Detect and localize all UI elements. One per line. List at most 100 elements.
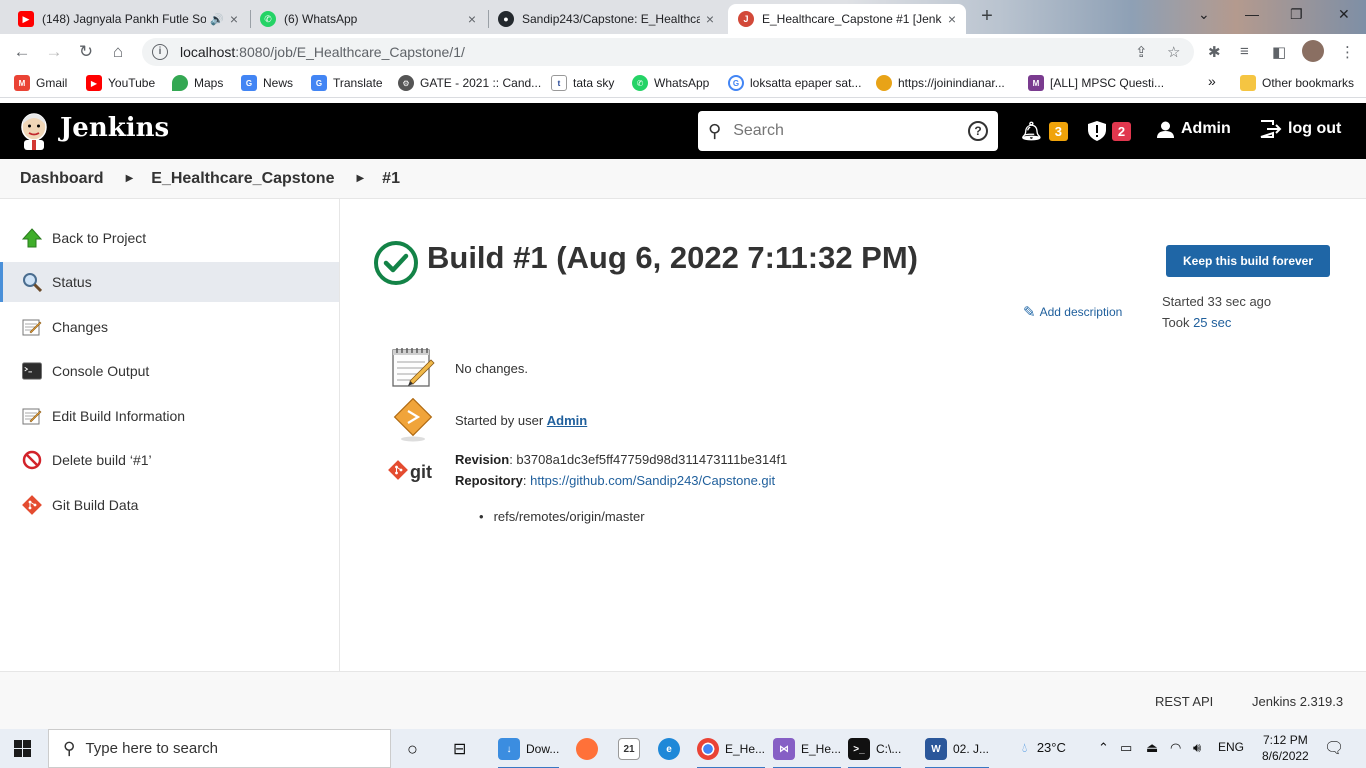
sidebar-item-back-to-project[interactable]: Back to Project: [0, 218, 339, 258]
sidebar-item-changes[interactable]: Changes: [0, 307, 339, 347]
wifi-icon[interactable]: ◠: [1170, 740, 1181, 756]
add-description-link[interactable]: ✎ Add description: [1023, 303, 1122, 321]
tab-github[interactable]: ● Sandip243/Capstone: E_Healthcare ×: [488, 4, 724, 34]
chevron-up-icon[interactable]: ⌃: [1098, 740, 1109, 756]
media-icon[interactable]: ≡: [1240, 43, 1249, 60]
profile-avatar[interactable]: [1302, 40, 1324, 62]
site-info-icon[interactable]: i: [152, 44, 168, 60]
sidebar-item-edit-build-information[interactable]: Edit Build Information: [0, 396, 339, 436]
speaker-icon[interactable]: 🔊: [210, 13, 224, 26]
taskbar-app-visual-studio[interactable]: ⋈ E_He...: [773, 737, 842, 768]
close-tab-icon[interactable]: ×: [706, 11, 714, 27]
more-bookmarks-button[interactable]: »: [1208, 73, 1216, 89]
browser-tabstrip: ▶ (148) Jagnyala Pankh Futle Song 🔊 × ✆ …: [0, 0, 1366, 34]
bookmark-whatsapp[interactable]: ✆ WhatsApp: [632, 75, 709, 91]
other-bookmarks[interactable]: Other bookmarks: [1240, 75, 1354, 91]
taskbar-app-edge[interactable]: e: [658, 737, 686, 761]
git-icon: [22, 495, 42, 515]
breadcrumb-project[interactable]: E_Healthcare_Capstone: [151, 170, 334, 188]
taskbar-app-chrome[interactable]: E_He...: [697, 737, 766, 768]
taskbar-app-word[interactable]: W 02. J...: [925, 737, 990, 768]
rest-api-link[interactable]: REST API: [1155, 694, 1213, 709]
bookmark-joinindianarmy[interactable]: https://joinindianar...: [876, 75, 1005, 91]
language-indicator[interactable]: ENG: [1218, 740, 1244, 754]
help-icon[interactable]: ?: [968, 121, 988, 141]
bookmark-translate[interactable]: G Translate: [311, 75, 383, 91]
search-input[interactable]: [733, 122, 968, 140]
notification-center-icon[interactable]: 🗨︎: [1324, 738, 1344, 758]
taskbar-clock[interactable]: 7:12 PM 8/6/2022: [1262, 732, 1309, 764]
windows-start-icon[interactable]: [14, 740, 31, 757]
usb-icon[interactable]: ⏏: [1146, 740, 1158, 756]
back-icon[interactable]: ←: [11, 41, 33, 63]
taskbar-app-cmd[interactable]: >_ C:\...: [848, 737, 902, 768]
shield-icon: [1088, 121, 1106, 141]
cortana-icon[interactable]: ○: [407, 737, 418, 761]
firefox-icon: [576, 738, 598, 760]
close-tab-icon[interactable]: ×: [468, 11, 476, 27]
tab-title: (148) Jagnyala Pankh Futle Song: [42, 12, 207, 26]
restore-icon[interactable]: ❐: [1290, 6, 1303, 23]
close-tab-icon[interactable]: ×: [948, 11, 956, 27]
forward-icon[interactable]: →: [43, 41, 65, 63]
breadcrumb-build[interactable]: #1: [382, 170, 400, 188]
notifications-button[interactable]: 🔔︎ 3: [1020, 121, 1068, 142]
new-tab-button[interactable]: +: [976, 6, 998, 28]
logout-link[interactable]: log out: [1260, 120, 1341, 138]
chevron-right-icon[interactable]: ▶: [356, 173, 364, 184]
bookmark-gate[interactable]: ⚙ GATE - 2021 :: Cand...: [398, 75, 541, 91]
branch-list-item: refs/remotes/origin/master: [479, 509, 645, 524]
breadcrumb-dashboard[interactable]: Dashboard: [20, 170, 104, 188]
sidebar-item-label: Status: [52, 274, 92, 290]
search-box[interactable]: ⚲ ?: [698, 111, 998, 151]
revision-line: Revision: b3708a1dc3ef5ff47759d98d311473…: [455, 452, 788, 467]
minimize-icon[interactable]: —: [1245, 6, 1259, 22]
jenkins-version-link[interactable]: Jenkins 2.319.3: [1252, 694, 1343, 709]
sidebar-item-status[interactable]: Status: [0, 262, 339, 302]
bookmark-gmail[interactable]: M Gmail: [14, 75, 67, 91]
bookmark-news[interactable]: G News: [241, 75, 293, 91]
sidebar-item-delete-build[interactable]: Delete build ‘#1’: [0, 440, 339, 480]
battery-icon[interactable]: ▭: [1120, 740, 1132, 756]
chevron-right-icon[interactable]: ▶: [126, 173, 134, 184]
started-by-user-link[interactable]: Admin: [547, 413, 587, 428]
security-button[interactable]: 2: [1088, 121, 1131, 141]
tab-youtube[interactable]: ▶ (148) Jagnyala Pankh Futle Song 🔊 ×: [8, 4, 248, 34]
extensions-icon[interactable]: ✱: [1208, 43, 1221, 61]
address-bar[interactable]: i localhost:8080/job/E_Healthcare_Capsto…: [142, 38, 1194, 66]
search-icon: ⚲: [63, 738, 76, 758]
sidebar-item-console-output[interactable]: Console Output: [0, 351, 339, 391]
close-window-icon[interactable]: ✕: [1338, 6, 1350, 23]
taskbar-app-calendar[interactable]: 21: [618, 737, 646, 761]
taskbar-app-firefox[interactable]: [576, 737, 604, 761]
sidebar-item-git-build-data[interactable]: Git Build Data: [0, 485, 339, 525]
side-panel-icon[interactable]: ◧: [1272, 43, 1286, 61]
home-icon[interactable]: ⌂: [107, 41, 129, 63]
volume-icon[interactable]: 🔊︎: [1193, 740, 1201, 756]
repository-link[interactable]: https://github.com/Sandip243/Capstone.gi…: [530, 473, 775, 488]
reload-icon[interactable]: ↻: [75, 41, 97, 63]
task-view-icon[interactable]: ⊟: [453, 737, 466, 761]
taskbar-app-downloads[interactable]: ↓ Dow...: [498, 737, 560, 768]
bookmark-tatasky[interactable]: t tata sky: [551, 75, 614, 91]
menu-icon[interactable]: ⋮: [1340, 43, 1355, 61]
took-value-link[interactable]: 25 sec: [1193, 315, 1231, 330]
share-icon[interactable]: ⇪: [1135, 43, 1148, 61]
bookmark-mpsc[interactable]: M [ALL] MPSC Questi...: [1028, 75, 1164, 91]
build-duration: Took 25 sec: [1162, 315, 1231, 330]
bookmark-star-icon[interactable]: ☆: [1167, 43, 1180, 61]
tab-whatsapp[interactable]: ✆ (6) WhatsApp ×: [250, 4, 486, 34]
close-tab-icon[interactable]: ×: [230, 11, 238, 27]
jenkins-logo[interactable]: [18, 112, 50, 150]
tab-search-icon[interactable]: ⌄: [1198, 6, 1210, 23]
bookmark-youtube[interactable]: ▶ YouTube: [86, 75, 155, 91]
bookmark-maps[interactable]: Maps: [172, 75, 223, 91]
weather-widget[interactable]: 💧︎ 23°C: [1022, 740, 1066, 756]
taskbar-search[interactable]: ⚲ Type here to search: [48, 729, 391, 768]
keep-build-forever-button[interactable]: Keep this build forever: [1166, 245, 1330, 277]
user-cause-icon: [393, 398, 433, 442]
user-link[interactable]: Admin: [1157, 120, 1231, 138]
tab-jenkins[interactable]: J E_Healthcare_Capstone #1 [Jenkins] ×: [728, 4, 966, 34]
bookmark-loksatta[interactable]: Gloksatta epaper sat...: [728, 75, 861, 91]
jenkins-title[interactable]: Jenkins: [60, 113, 169, 143]
